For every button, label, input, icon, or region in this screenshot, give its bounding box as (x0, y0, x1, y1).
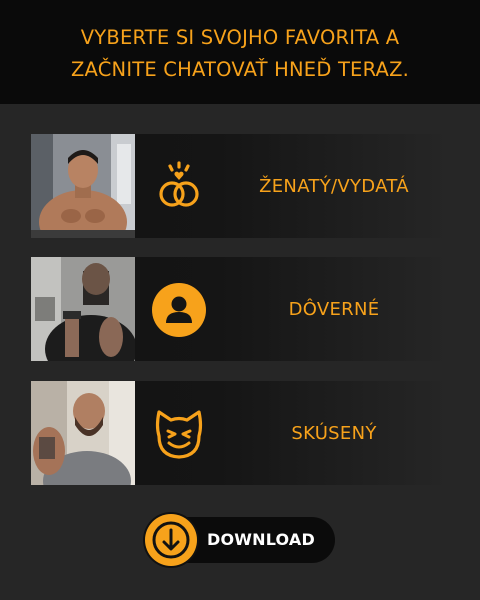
category-label: DÔVERNÉ (288, 298, 380, 320)
download-icon-circle (145, 514, 197, 566)
profile-photo (31, 134, 135, 238)
download-label: DOWNLOAD (207, 530, 315, 549)
category-card-intimate[interactable]: DÔVERNÉ (31, 257, 449, 361)
wedding-rings-icon (151, 159, 207, 215)
profile-photo (31, 381, 135, 485)
page: VYBERTE SI SVOJHO FAVORITA A ZAČNITE CHA… (0, 0, 480, 600)
category-card-experienced[interactable]: SKÚSENÝ (31, 381, 449, 485)
profile-photo (31, 257, 135, 361)
header-line-2: ZAČNITE CHATOVAŤ HNEĎ TERAZ. (70, 58, 410, 81)
category-label: ŽENATÝ/VYDATÁ (259, 175, 409, 197)
person-icon (151, 282, 207, 338)
category-card-married[interactable]: ŽENATÝ/VYDATÁ (31, 134, 449, 238)
category-label: SKÚSENÝ (291, 422, 377, 444)
download-button[interactable]: DOWNLOAD (145, 514, 335, 566)
header-line-1: VYBERTE SI SVOJHO FAVORITA A (80, 26, 400, 49)
devil-face-icon (151, 406, 207, 462)
header-banner: VYBERTE SI SVOJHO FAVORITA A ZAČNITE CHA… (0, 0, 480, 104)
header-title: VYBERTE SI SVOJHO FAVORITA A ZAČNITE CHA… (71, 22, 409, 86)
arrow-down-icon (152, 521, 190, 559)
